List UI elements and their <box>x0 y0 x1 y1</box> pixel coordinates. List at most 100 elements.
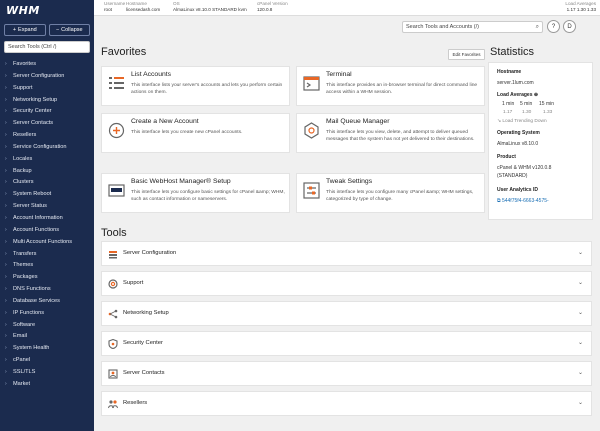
sidebar-item-server-configuration[interactable]: › Server Configuration <box>0 71 94 83</box>
load-value-15min: 1.33 <box>543 110 553 115</box>
sidebar-item-system-reboot[interactable]: › System Reboot <box>0 189 94 201</box>
sidebar-item-packages[interactable]: › Packages <box>0 272 94 284</box>
chevron-down-icon[interactable]: ⌄ <box>578 249 583 256</box>
server-config-icon <box>109 251 117 259</box>
load-header-1min: 1 min <box>502 101 515 107</box>
tool-section-resellers[interactable]: Resellers ⌄ <box>101 391 592 416</box>
hostname-meta: Hostname licensedash.com <box>126 1 161 12</box>
chevron-down-icon[interactable]: ⌄ <box>578 339 583 346</box>
sidebar-item-support[interactable]: › Support <box>0 83 94 95</box>
load-value-1min: 1.17 <box>503 110 513 115</box>
chevron-right-icon: › <box>5 191 7 198</box>
list-accounts-icon <box>109 77 124 89</box>
chevron-down-icon[interactable]: ⌄ <box>578 399 583 406</box>
sidebar-item-system-health[interactable]: › System Health <box>0 343 94 355</box>
chevron-down-icon[interactable]: ⌄ <box>578 369 583 376</box>
sidebar-item-dns-functions[interactable]: › DNS Functions <box>0 284 94 296</box>
load-value-5min: 1.30 <box>522 110 532 115</box>
sidebar-item-label: Market <box>13 380 31 387</box>
user-menu-button[interactable]: D <box>563 20 576 33</box>
sidebar-item-software[interactable]: › Software <box>0 320 94 332</box>
sidebar-item-locales[interactable]: › Locales <box>0 154 94 166</box>
statistics-card: Hostname server.1lum.com Load Averages ⊕… <box>488 62 593 220</box>
sidebar-item-networking-setup[interactable]: › Networking Setup <box>0 95 94 107</box>
favorite-card-mail-queue[interactable]: Mail Queue Manager This interface lets y… <box>296 113 485 153</box>
sidebar-item-security-center[interactable]: › Security Center <box>0 106 94 118</box>
minus-icon: − <box>55 27 60 33</box>
stat-product-line1: cPanel & WHM v120.0.8 <box>497 165 552 171</box>
tool-section-security-center[interactable]: Security Center ⌄ <box>101 331 592 356</box>
sidebar-item-label: IP Functions <box>13 309 44 316</box>
sidebar-item-database-services[interactable]: › Database Services <box>0 296 94 308</box>
sidebar-item-label: Multi Account Functions <box>13 238 73 245</box>
plus-icon: + <box>12 27 17 33</box>
sidebar-item-label: System Health <box>13 345 50 352</box>
sidebar-item-service-configuration[interactable]: › Service Configuration <box>0 142 94 154</box>
sidebar-item-cpanel[interactable]: › cPanel <box>0 355 94 367</box>
load-trend: ↘ Load Trending Down <box>497 119 547 124</box>
global-search-input[interactable]: Search Tools and Accounts (/) ⌕ <box>402 21 543 33</box>
sidebar-item-label: Resellers <box>13 132 37 139</box>
tool-section-label: Server Contacts <box>123 370 165 376</box>
chevron-right-icon: › <box>5 84 7 91</box>
sidebar-item-label: Favorites <box>13 61 37 67</box>
tool-section-server-contacts[interactable]: Server Contacts ⌄ <box>101 361 592 386</box>
sidebar-item-backup[interactable]: › Backup <box>0 166 94 178</box>
tool-section-support[interactable]: Support ⌄ <box>101 271 592 296</box>
tool-search-input[interactable]: Search Tools (Ctrl /) <box>4 41 90 53</box>
chevron-down-icon[interactable]: ⌄ <box>578 309 583 316</box>
sidebar-item-server-contacts[interactable]: › Server Contacts <box>0 118 94 130</box>
chevron-down-icon[interactable]: ⌄ <box>578 279 583 286</box>
sidebar-item-label: Email <box>13 333 27 340</box>
chevron-right-icon: › <box>5 120 7 127</box>
create-account-icon <box>108 122 125 139</box>
chevron-right-icon: › <box>5 380 7 387</box>
collapse-button[interactable]: − Collapse <box>48 24 90 36</box>
tool-section-label: Networking Setup <box>123 310 169 316</box>
edit-favorites-button[interactable]: Edit Favorites <box>448 49 485 60</box>
search-icon: ⌕ <box>535 24 539 30</box>
expand-button[interactable]: + Expand <box>4 24 46 36</box>
sidebar-item-label: Support <box>13 84 33 91</box>
sidebar-item-favorites[interactable]: › Favorites <box>0 59 94 71</box>
cpanel-version-meta: cPanel Version 120.0.8 <box>257 1 288 12</box>
sidebar-item-account-functions[interactable]: › Account Functions <box>0 225 94 237</box>
stat-analytics-link[interactable]: ⧉ 544f75f4-6663-4575- <box>497 198 591 204</box>
chevron-right-icon: › <box>5 250 7 257</box>
sidebar-item-ssl-tls[interactable]: › SSL/TLS <box>0 367 94 379</box>
tools-title: Tools <box>101 227 127 239</box>
stat-load-label: Load Averages ⊕ <box>497 92 539 98</box>
sidebar-item-resellers[interactable]: › Resellers <box>0 130 94 142</box>
sidebar-item-email[interactable]: › Email <box>0 331 94 343</box>
chevron-right-icon: › <box>5 155 7 162</box>
sidebar-item-server-status[interactable]: › Server Status <box>0 201 94 213</box>
sidebar-item-label: DNS Functions <box>13 286 51 293</box>
sidebar-item-themes[interactable]: › Themes <box>0 260 94 272</box>
sidebar-item-market[interactable]: › Market <box>0 379 94 391</box>
statistics-title: Statistics <box>490 46 535 58</box>
sidebar-item-label: Packages <box>13 274 38 281</box>
favorite-card-basic-setup[interactable]: Basic WebHost Manager® Setup This interf… <box>101 173 290 213</box>
sidebar-item-multi-account-functions[interactable]: › Multi Account Functions <box>0 237 94 249</box>
tool-section-networking-setup[interactable]: Networking Setup ⌄ <box>101 301 592 326</box>
tool-section-server-configuration[interactable]: Server Configuration ⌄ <box>101 241 592 266</box>
chevron-right-icon: › <box>5 333 7 340</box>
favorite-card-list-accounts[interactable]: List Accounts This interface lists your … <box>101 66 290 106</box>
sidebar-item-account-information[interactable]: › Account Information <box>0 213 94 225</box>
sidebar-item-ip-functions[interactable]: › IP Functions <box>0 308 94 320</box>
favorite-card-tweak-settings[interactable]: Tweak Settings This interface lets you c… <box>296 173 485 213</box>
load-header-5min: 5 min <box>520 101 533 107</box>
favorite-card-create-account[interactable]: Create a New Account This interface lets… <box>101 113 290 153</box>
help-button[interactable]: ? <box>547 20 560 33</box>
chevron-right-icon: › <box>5 108 7 115</box>
sidebar-item-label: Backup <box>13 167 32 174</box>
tool-section-label: Server Configuration <box>123 250 177 256</box>
chevron-right-icon: › <box>5 214 7 221</box>
username-meta: Username root <box>104 1 126 12</box>
sidebar-item-transfers[interactable]: › Transfers <box>0 249 94 261</box>
load-header-15min: 15 min <box>539 101 555 107</box>
favorite-card-terminal[interactable]: Terminal This interface provides an in-b… <box>296 66 485 106</box>
sidebar-item-clusters[interactable]: › Clusters <box>0 177 94 189</box>
os-meta: OS AlmaLinux v8.10.0 STANDARD kvm <box>173 1 247 12</box>
whm-logo[interactable]: WHM <box>6 4 40 18</box>
